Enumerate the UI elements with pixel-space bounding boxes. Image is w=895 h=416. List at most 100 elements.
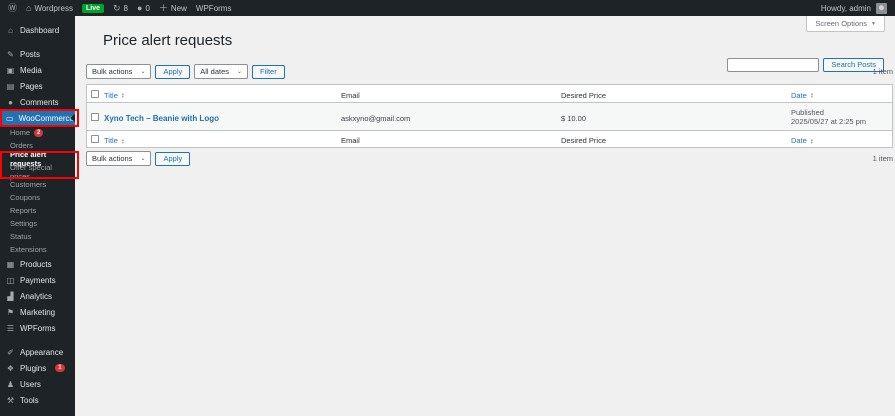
apply-button[interactable]: Apply: [155, 64, 191, 79]
table-footer-row: Title ▲ ▼ Email Desired Price Date ▲ ▼: [87, 131, 892, 147]
sidebar-item-label: Posts: [20, 49, 41, 59]
pages-icon: ▤: [6, 81, 15, 91]
column-header-email: Email: [341, 90, 360, 100]
column-header-desired-price: Desired Price: [561, 90, 607, 100]
row-date-status: Published: [791, 107, 824, 117]
screen-options-label: Screen Options: [815, 19, 868, 28]
sidebar-separator: [0, 38, 75, 46]
sidebar-subitem-coupons[interactable]: Coupons: [0, 191, 75, 204]
items-count-bottom: 1 item: [872, 154, 893, 163]
date-filter-select[interactable]: All dates ⌄: [194, 64, 249, 79]
tablenav-top: Bulk actions ⌄ Apply All dates ⌄ Filter …: [86, 64, 893, 79]
chevron-down-icon: ⌄: [237, 69, 243, 75]
sidebar-subitem-reports[interactable]: Reports: [0, 204, 75, 217]
sidebar-item-posts[interactable]: ✎ Posts: [0, 46, 75, 62]
wpforms-toolbar-link[interactable]: WPForms: [196, 4, 232, 13]
filter-button[interactable]: Filter: [252, 64, 285, 79]
tools-icon: ⚒: [6, 395, 15, 405]
bulk-actions-select[interactable]: Bulk actions ⌄: [86, 64, 152, 79]
apply-button-bottom[interactable]: Apply: [155, 151, 191, 166]
screen-options-button[interactable]: Screen Options ▼: [806, 16, 885, 32]
sort-by-date-link[interactable]: Date ▲ ▼: [791, 91, 814, 100]
sidebar-item-dashboard[interactable]: ⌂ Dashboard: [0, 22, 75, 38]
plugins-icon: ❖: [6, 363, 15, 373]
select-all-checkbox[interactable]: [91, 89, 99, 98]
site-name-label: Wordpress: [34, 3, 73, 13]
sidebar-item-payments[interactable]: ◫ Payments: [0, 272, 75, 288]
howdy-admin-link[interactable]: Howdy, admin: [821, 4, 871, 13]
tablenav-bottom: Bulk actions ⌄ Apply 1 item: [86, 151, 893, 166]
sidebar-subitem-status[interactable]: Status: [0, 230, 75, 243]
price-alert-table: Title ▲ ▼ Email Desired Price Date ▲ ▼ Xyn…: [86, 84, 893, 148]
subitem-label: Settings: [10, 219, 38, 228]
sidebar-item-tools[interactable]: ⚒ Tools: [0, 392, 75, 408]
sidebar-item-wpforms[interactable]: ☰ WPForms: [0, 320, 75, 336]
sidebar-subitem-extensions[interactable]: Extensions: [0, 243, 75, 256]
sidebar-item-label: Appearance: [20, 347, 64, 357]
sidebar-item-products[interactable]: ▦ Products: [0, 256, 75, 272]
row-title-link[interactable]: Xyno Tech – Beanie with Logo: [104, 114, 219, 123]
wordpress-logo-glyph: Ⓦ: [8, 2, 18, 13]
sidebar-item-label: Tools: [20, 395, 39, 405]
sidebar-item-label: Analytics: [20, 291, 53, 301]
subitem-label: Home: [10, 128, 31, 137]
sidebar-item-comments[interactable]: ● Comments: [0, 94, 75, 110]
sort-by-title-link[interactable]: Title ▲ ▼: [104, 91, 125, 100]
column-header-title: Title: [104, 90, 118, 100]
sidebar-item-appearance[interactable]: ✐ Appearance: [0, 344, 75, 360]
sort-arrows-icon: ▲ ▼: [809, 91, 814, 99]
subitem-label: Coupons: [10, 193, 41, 202]
comments-icon: ●: [8, 97, 13, 107]
sidebar-item-label: Comments: [20, 97, 59, 107]
woocommerce-icon: ▭: [6, 113, 14, 123]
comment-bubble-icon: ●: [137, 2, 143, 13]
plus-icon: ＋: [158, 2, 168, 13]
main-content: Screen Options ▼ Price alert requests Se…: [75, 16, 895, 416]
page-title: Price alert requests: [103, 32, 233, 49]
avatar[interactable]: ☻: [876, 2, 887, 14]
sidebar-item-label: Media: [20, 65, 42, 75]
comments-link[interactable]: ● 0: [137, 2, 150, 13]
site-name-link[interactable]: ⌂ Wordpress: [26, 2, 73, 13]
sidebar-subitem-settings[interactable]: Settings: [0, 217, 75, 230]
sidebar-item-pages[interactable]: ▤ Pages: [0, 78, 75, 94]
sidebar-item-media[interactable]: ▣ Media: [0, 62, 75, 78]
sort-by-date-link-footer[interactable]: Date ▲ ▼: [791, 136, 814, 145]
table-header-row: Title ▲ ▼ Email Desired Price Date ▲ ▼: [87, 85, 892, 103]
row-checkbox[interactable]: [91, 112, 99, 121]
sidebar: ⌂ Dashboard ✎ Posts ▣ Media ▤ Pages ● Co…: [0, 16, 75, 416]
select-all-checkbox-footer[interactable]: [91, 135, 99, 143]
sort-arrows-icon: ▲ ▼: [809, 136, 814, 145]
sidebar-subitem-offer-special-prices[interactable]: Offer special prices: [0, 163, 75, 181]
bulk-actions-select-bottom[interactable]: Bulk actions ⌄: [86, 151, 152, 166]
sort-by-title-link-footer[interactable]: Title ▲ ▼: [104, 136, 125, 145]
sidebar-item-label: Products: [20, 259, 52, 269]
submenu-arrow-icon: [70, 114, 75, 122]
home-icon: ⌂: [26, 2, 32, 13]
sidebar-item-label: WPForms: [20, 323, 56, 333]
updates-link[interactable]: ↻ 8: [113, 3, 128, 13]
sidebar-subitem-home[interactable]: Home 2: [0, 126, 75, 139]
payments-icon: ◫: [6, 275, 15, 285]
comments-count: 0: [145, 3, 150, 13]
bulk-actions-label: Bulk actions: [92, 67, 133, 76]
posts-icon: ✎: [7, 49, 14, 59]
sidebar-item-users[interactable]: ♟ Users: [0, 376, 75, 392]
sidebar-item-marketing[interactable]: ⚑ Marketing: [0, 304, 75, 320]
wpforms-label: WPForms: [195, 3, 232, 13]
table-row: Xyno Tech – Beanie with Logo askxyno@gma…: [87, 103, 892, 131]
appearance-icon: ✐: [7, 347, 14, 357]
subitem-label: Reports: [10, 206, 37, 215]
sidebar-item-analytics[interactable]: ▟ Analytics: [0, 288, 75, 304]
row-date-value: 2025/05/27 at 2:25 pm: [791, 116, 867, 126]
sidebar-separator: [0, 336, 75, 344]
new-content-link[interactable]: ＋ New: [158, 2, 187, 13]
chevron-down-icon: ⌄: [140, 69, 146, 75]
dashboard-icon: ⌂: [8, 25, 13, 35]
subitem-label: Customers: [10, 180, 47, 189]
wordpress-logo-icon[interactable]: Ⓦ: [8, 2, 18, 13]
sidebar-item-woocommerce[interactable]: ▭ WooCommerce: [0, 110, 75, 126]
analytics-icon: ▟: [7, 291, 14, 301]
sidebar-item-plugins[interactable]: ❖ Plugins 1: [0, 360, 75, 376]
live-badge[interactable]: Live: [81, 3, 104, 13]
